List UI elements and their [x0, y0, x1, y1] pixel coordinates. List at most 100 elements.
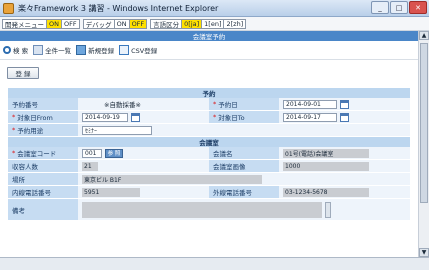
section-header-room: 会議室 [8, 137, 410, 147]
location-label: 場所 [8, 173, 78, 185]
page-scrollbar[interactable]: ▲ ▼ [418, 31, 429, 257]
new-record-link[interactable]: 新規登録 [76, 45, 114, 55]
room-code-label: 会議室コード [17, 150, 57, 158]
date-from-label: 対象日From [17, 114, 53, 122]
list-icon [33, 45, 44, 55]
window-title: 楽々Framework 3 講習 - Windows Internet Expl… [18, 3, 219, 13]
csv-register-link-label: CSV登録 [131, 47, 158, 55]
scroll-down-icon[interactable]: ▼ [419, 248, 429, 257]
register-button[interactable]: 登 録 [7, 67, 39, 79]
date-from-input[interactable]: 2014-09-19 [82, 112, 128, 122]
location-value: 東京ビル B1F [82, 174, 262, 184]
date-to-label-cell: * 対象日To [209, 111, 279, 123]
reservation-form: 予約 予約番号 ※自動採番※ * 予約日 2014-09-01 * 対象日Fro… [8, 88, 410, 221]
reservation-no-value: ※自動採番※ [104, 101, 141, 109]
room-code-input[interactable]: 001 [82, 148, 102, 158]
scrollbar-thumb[interactable] [420, 43, 428, 203]
required-mark: * [213, 100, 217, 108]
location-cell: 東京ビル B1F [78, 173, 410, 185]
form-row: * 会議室コード 001 参 照 会議名 01号(電話)会議室 [8, 147, 410, 160]
list-all-link-label: 全件一覧 [45, 47, 72, 55]
close-button[interactable]: ✕ [409, 1, 427, 14]
debug-off-toggle[interactable]: OFF [128, 18, 148, 29]
date-to-cell: 2014-09-17 [279, 111, 410, 123]
language-option-en[interactable]: 1[en] [201, 18, 225, 29]
window-controls: _ □ ✕ [371, 1, 427, 14]
language-option-zh[interactable]: 2[zh] [223, 18, 247, 29]
remarks-cell [78, 199, 410, 220]
remarks-label: 備考 [8, 199, 78, 220]
ext-phone-cell: 5951 [78, 186, 209, 198]
room-image-cell: 1000 [279, 160, 410, 172]
dev-menu-off-toggle[interactable]: OFF [60, 18, 80, 29]
required-mark: * [12, 149, 16, 157]
window-title-bar: 楽々Framework 3 講習 - Windows Internet Expl… [0, 0, 429, 17]
reservation-date-input[interactable]: 2014-09-01 [283, 99, 337, 109]
search-link[interactable]: 検 索 [3, 45, 28, 55]
minimize-button[interactable]: _ [371, 1, 389, 14]
debug-on-toggle[interactable]: ON [113, 18, 130, 29]
reference-button[interactable]: 参 照 [105, 148, 123, 158]
remarks-value [82, 201, 322, 218]
form-row: 備考 [8, 199, 410, 221]
room-name-value: 01号(電話)会議室 [283, 148, 369, 158]
scroll-up-icon[interactable]: ▲ [419, 31, 429, 40]
room-code-label-cell: * 会議室コード [8, 147, 78, 159]
language-option-ja[interactable]: 0[ja] [181, 18, 203, 29]
room-image-label: 会議室画像 [209, 160, 279, 172]
function-toolbar: 検 索 全件一覧 新規登録 CSV登録 [0, 41, 418, 60]
ext-phone-label: 内線電話番号 [8, 186, 78, 198]
date-to-label: 対象日To [218, 114, 245, 122]
reservation-date-cell: 2014-09-01 [279, 98, 410, 110]
form-row: 場所 東京ビル B1F [8, 173, 410, 186]
csv-icon [119, 45, 130, 55]
room-name-cell: 01号(電話)会議室 [279, 147, 410, 159]
form-row: 収容人数 21 会議室画像 1000 [8, 160, 410, 173]
debug-label: デバッグ [82, 18, 115, 29]
new-record-icon [76, 45, 87, 55]
date-to-input[interactable]: 2014-09-17 [283, 112, 337, 122]
remarks-scrollbar[interactable] [325, 201, 331, 218]
calendar-icon[interactable] [340, 112, 349, 122]
reservation-date-label: 予約日 [218, 101, 238, 109]
app-header: 開発メニュー ON OFF デバッグ ON OFF 言語区分 0[ja] 1[e… [0, 17, 429, 31]
section-header-reservation: 予約 [8, 88, 410, 98]
form-row: * 予約用途 ｾﾐﾅｰ [8, 124, 410, 137]
calendar-icon[interactable] [340, 99, 349, 109]
search-icon [3, 46, 11, 54]
maximize-button[interactable]: □ [390, 1, 408, 14]
date-from-cell: 2014-09-19 [78, 111, 209, 123]
required-mark: * [213, 113, 217, 121]
reservation-date-label-cell: * 予約日 [209, 98, 279, 110]
date-from-label-cell: * 対象日From [8, 111, 78, 123]
required-mark: * [12, 113, 16, 121]
out-phone-cell: 03-1234-5678 [279, 186, 410, 198]
dev-menu-label: 開発メニュー [2, 18, 47, 29]
form-row: 予約番号 ※自動採番※ * 予約日 2014-09-01 [8, 98, 410, 111]
form-row: * 対象日From 2014-09-19 * 対象日To 2014-09-17 [8, 111, 410, 124]
capacity-cell: 21 [78, 160, 209, 172]
list-all-link[interactable]: 全件一覧 [33, 45, 71, 55]
reservation-no-label: 予約番号 [8, 98, 78, 110]
out-phone-value: 03-1234-5678 [283, 187, 369, 197]
room-name-label: 会議名 [209, 147, 279, 159]
language-label: 言語区分 [150, 18, 183, 29]
status-bar [0, 257, 429, 270]
search-link-label: 検 索 [13, 47, 29, 55]
calendar-icon[interactable] [131, 112, 140, 122]
reservation-no-cell: ※自動採番※ [78, 98, 209, 110]
purpose-cell: ｾﾐﾅｰ [78, 124, 410, 136]
app-icon [3, 2, 14, 14]
csv-register-link[interactable]: CSV登録 [119, 45, 157, 55]
purpose-label-cell: * 予約用途 [8, 124, 78, 136]
ext-phone-value: 5951 [82, 187, 140, 197]
purpose-input[interactable]: ｾﾐﾅｰ [82, 125, 152, 135]
room-image-value: 1000 [283, 161, 369, 171]
new-record-link-label: 新規登録 [88, 47, 115, 55]
capacity-label: 収容人数 [8, 160, 78, 172]
room-code-cell: 001 参 照 [78, 147, 209, 159]
dev-menu-on-toggle[interactable]: ON [46, 18, 62, 29]
out-phone-label: 外線電話番号 [209, 186, 279, 198]
form-row: 内線電話番号 5951 外線電話番号 03-1234-5678 [8, 186, 410, 199]
page-title: 会議室予約 [0, 31, 418, 41]
